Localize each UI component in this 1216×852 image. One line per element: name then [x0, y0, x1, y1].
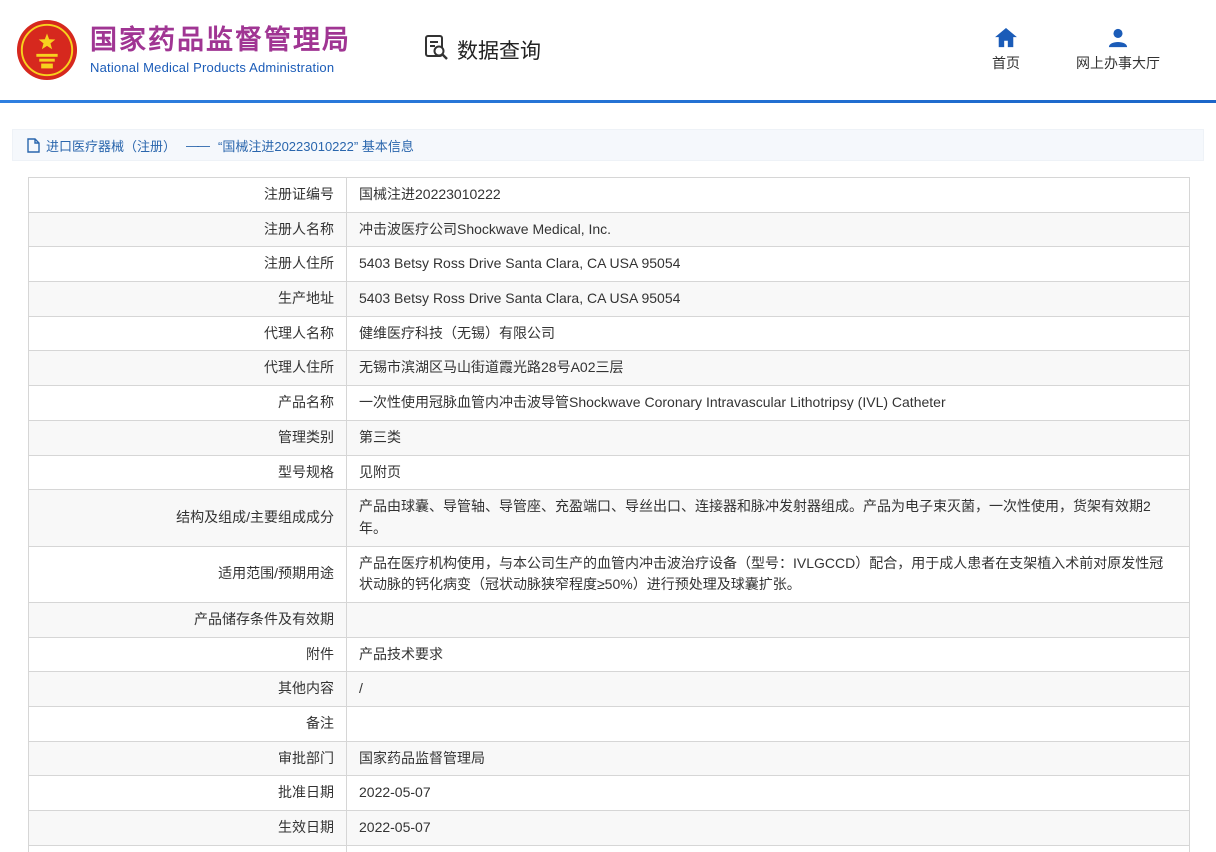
row-value: 无锡市滨湖区马山街道霞光路28号A02三层 — [347, 351, 1190, 386]
org-name-en: National Medical Products Administration — [90, 60, 351, 75]
row-label: 附件 — [29, 637, 347, 672]
row-value — [347, 707, 1190, 742]
table-row: 注册人住所5403 Betsy Ross Drive Santa Clara, … — [29, 247, 1190, 282]
table-row: 批准日期2022-05-07 — [29, 776, 1190, 811]
row-label: 批准日期 — [29, 776, 347, 811]
page: 国家药品监督管理局 National Medical Products Admi… — [0, 0, 1216, 852]
user-icon — [1107, 28, 1129, 48]
breadcrumb-category[interactable]: 进口医疗器械（注册） — [46, 136, 176, 155]
brand: 国家药品监督管理局 National Medical Products Admi… — [16, 19, 351, 81]
row-value: 2022-05-07 — [347, 811, 1190, 846]
row-label: 生效日期 — [29, 811, 347, 846]
data-query-title: 数据查询 — [423, 34, 541, 66]
row-value: 产品在医疗机构使用，与本公司生产的血管内冲击波治疗设备（型号：IVLGCCD）配… — [347, 546, 1190, 602]
breadcrumb-wrap: 进口医疗器械（注册） —— “国械注进20223010222” 基本信息 — [0, 103, 1216, 161]
home-icon — [995, 28, 1017, 48]
row-label: 产品储存条件及有效期 — [29, 602, 347, 637]
table-row: 生效日期2022-05-07 — [29, 811, 1190, 846]
top-nav: 首页 网上办事大厅 — [992, 28, 1160, 73]
table-row: 结构及组成/主要组成成分产品由球囊、导管轴、导管座、充盈端口、导丝出口、连接器和… — [29, 490, 1190, 546]
table-row: 有效期至2027-05-06 — [29, 845, 1190, 852]
nav-service-hall[interactable]: 网上办事大厅 — [1076, 28, 1160, 73]
row-value: 一次性使用冠脉血管内冲击波导管Shockwave Coronary Intrav… — [347, 386, 1190, 421]
nav-home[interactable]: 首页 — [992, 28, 1020, 73]
row-value: 健维医疗科技（无锡）有限公司 — [347, 316, 1190, 351]
data-query-label: 数据查询 — [457, 35, 541, 65]
row-value: 5403 Betsy Ross Drive Santa Clara, CA US… — [347, 247, 1190, 282]
data-query-icon — [423, 34, 449, 66]
row-value — [347, 602, 1190, 637]
table-row: 其他内容/ — [29, 672, 1190, 707]
table-row: 附件产品技术要求 — [29, 637, 1190, 672]
row-label: 生产地址 — [29, 282, 347, 317]
breadcrumb-separator: —— — [186, 138, 208, 153]
row-label: 型号规格 — [29, 455, 347, 490]
row-label: 审批部门 — [29, 741, 347, 776]
row-label: 适用范围/预期用途 — [29, 546, 347, 602]
row-label: 有效期至 — [29, 845, 347, 852]
document-icon — [27, 138, 40, 153]
table-row: 适用范围/预期用途产品在医疗机构使用，与本公司生产的血管内冲击波治疗设备（型号：… — [29, 546, 1190, 602]
row-label: 其他内容 — [29, 672, 347, 707]
row-value: / — [347, 672, 1190, 707]
breadcrumb-current: “国械注进20223010222” 基本信息 — [218, 136, 414, 155]
row-label: 注册证编号 — [29, 178, 347, 213]
table-row: 型号规格见附页 — [29, 455, 1190, 490]
main-content: 注册证编号国械注进20223010222注册人名称冲击波医疗公司Shockwav… — [0, 161, 1216, 852]
nav-home-label: 首页 — [992, 53, 1020, 73]
table-row: 代理人名称健维医疗科技（无锡）有限公司 — [29, 316, 1190, 351]
registration-info-table: 注册证编号国械注进20223010222注册人名称冲击波医疗公司Shockwav… — [28, 177, 1190, 852]
national-emblem-logo — [16, 19, 78, 81]
row-label: 备注 — [29, 707, 347, 742]
table-row: 代理人住所无锡市滨湖区马山街道霞光路28号A02三层 — [29, 351, 1190, 386]
nav-service-hall-label: 网上办事大厅 — [1076, 53, 1160, 73]
site-header: 国家药品监督管理局 National Medical Products Admi… — [0, 0, 1216, 100]
row-label: 注册人名称 — [29, 212, 347, 247]
row-label: 代理人名称 — [29, 316, 347, 351]
table-row: 管理类别第三类 — [29, 420, 1190, 455]
row-label: 代理人住所 — [29, 351, 347, 386]
row-value: 2022-05-07 — [347, 776, 1190, 811]
row-value: 第三类 — [347, 420, 1190, 455]
table-row: 注册证编号国械注进20223010222 — [29, 178, 1190, 213]
row-value: 见附页 — [347, 455, 1190, 490]
table-row: 生产地址5403 Betsy Ross Drive Santa Clara, C… — [29, 282, 1190, 317]
table-row: 备注 — [29, 707, 1190, 742]
table-row: 注册人名称冲击波医疗公司Shockwave Medical, Inc. — [29, 212, 1190, 247]
row-value: 国家药品监督管理局 — [347, 741, 1190, 776]
table-row: 审批部门国家药品监督管理局 — [29, 741, 1190, 776]
row-label: 注册人住所 — [29, 247, 347, 282]
row-value: 国械注进20223010222 — [347, 178, 1190, 213]
row-label: 产品名称 — [29, 386, 347, 421]
table-row: 产品储存条件及有效期 — [29, 602, 1190, 637]
row-value: 产品技术要求 — [347, 637, 1190, 672]
row-value: 5403 Betsy Ross Drive Santa Clara, CA US… — [347, 282, 1190, 317]
row-label: 结构及组成/主要组成成分 — [29, 490, 347, 546]
row-label: 管理类别 — [29, 420, 347, 455]
row-value: 2027-05-06 — [347, 845, 1190, 852]
row-value: 冲击波医疗公司Shockwave Medical, Inc. — [347, 212, 1190, 247]
table-row: 产品名称一次性使用冠脉血管内冲击波导管Shockwave Coronary In… — [29, 386, 1190, 421]
org-name-cn: 国家药品监督管理局 — [90, 25, 351, 56]
row-value: 产品由球囊、导管轴、导管座、充盈端口、导丝出口、连接器和脉冲发射器组成。产品为电… — [347, 490, 1190, 546]
breadcrumb: 进口医疗器械（注册） —— “国械注进20223010222” 基本信息 — [12, 129, 1204, 161]
brand-text: 国家药品监督管理局 National Medical Products Admi… — [90, 25, 351, 75]
